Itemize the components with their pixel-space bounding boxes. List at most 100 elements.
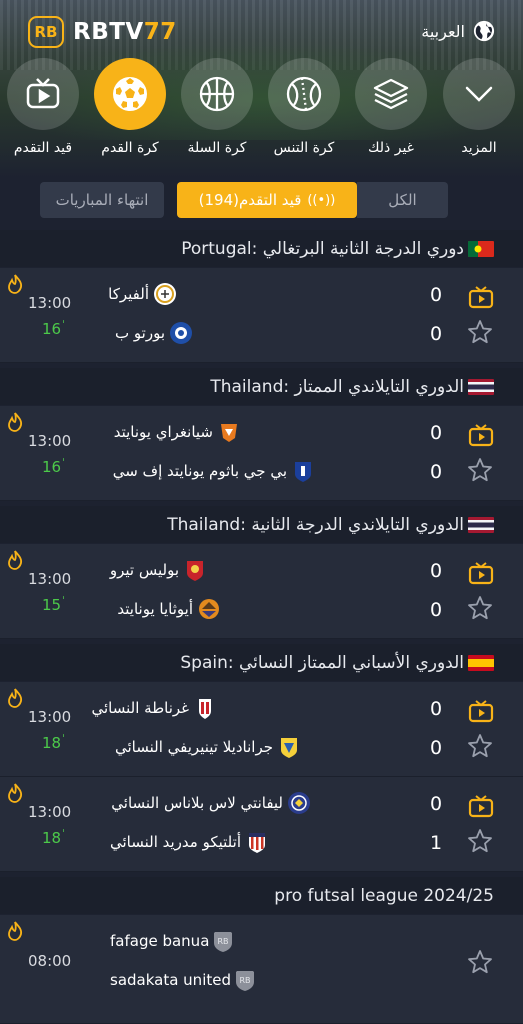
category-label: قيد التقدم (13, 140, 73, 156)
match-status-filters: انتهاء المباريات قيد التقدم(194) ((•)) ا… (0, 182, 523, 220)
home-team-name: fafage banua (110, 932, 210, 950)
away-team: بي جي باثوم يونايتد إف سي (113, 459, 315, 483)
match-row[interactable]: 13:00 16ˈ ألفيركا بورتو ب 0 0 (0, 268, 523, 363)
match-row[interactable]: 13:00 18ˈ غرناطة النسائي جراناديلا تينير… (0, 682, 523, 777)
thailand-flag-icon (468, 516, 494, 533)
live-stream-icon[interactable] (468, 561, 494, 585)
layers-icon (373, 78, 409, 110)
league-name: Thailand: الدوري التايلاندي الدرجة الثان… (167, 514, 464, 535)
rb-placeholder-crest-icon: RB (214, 932, 233, 952)
match-row[interactable]: 13:00 18ˈ ليفانتي لاس بلاناس النسائي أتل… (0, 777, 523, 872)
header-hero: RB RBTV77 العربية قيد التقدم كرة القدم ك… (0, 0, 523, 178)
language-switcher[interactable]: العربية (421, 20, 495, 42)
fire-icon (8, 412, 23, 432)
match-minute: 15ˈ (42, 594, 66, 614)
league-header[interactable]: Spain: الدوري الأسباني الممتاز النسائي (0, 644, 523, 681)
team-crest-icon (295, 462, 311, 482)
rb-placeholder-crest-icon: RB (236, 971, 254, 991)
away-team-name: بي جي باثوم يونايتد إف سي (112, 462, 287, 480)
match-minute: 18ˈ (42, 827, 66, 847)
category-soccer[interactable]: كرة القدم (87, 58, 173, 156)
home-team-name: ألفيركا (108, 285, 149, 303)
fire-icon (8, 783, 23, 803)
away-team-name: sadakata united (110, 971, 231, 989)
live-stream-icon[interactable] (468, 794, 494, 818)
match-minute: 16ˈ (42, 318, 66, 338)
tennis-ball-icon (286, 76, 322, 112)
favorite-star-icon[interactable] (466, 948, 494, 976)
league-name: pro futsal league 2024/25 (274, 885, 494, 906)
home-team-name: بوليس تيرو (109, 561, 179, 579)
match-minute: 16ˈ (42, 456, 66, 476)
tab-finished[interactable]: انتهاء المباريات (40, 182, 164, 218)
team-crest-icon (187, 561, 203, 581)
category-label: كرة السلة (187, 140, 247, 156)
away-team: بورتو ب (115, 321, 193, 345)
broadcast-icon: ((•)) (307, 192, 336, 208)
away-score: 0 (429, 599, 443, 621)
language-label: العربية (421, 21, 465, 41)
logo-text: RBTV77 (73, 19, 177, 45)
category-label: كرة القدم (101, 140, 159, 156)
team-crest-icon (221, 424, 237, 442)
category-live[interactable]: قيد التقدم (0, 58, 86, 156)
away-score: 0 (429, 323, 443, 345)
live-stream-icon[interactable] (468, 285, 494, 309)
fire-icon (8, 274, 23, 294)
globe-icon (473, 20, 495, 42)
tab-all[interactable]: الكل (357, 182, 448, 218)
tab-live[interactable]: قيد التقدم(194) ((•)) (177, 182, 357, 218)
chevron-down-icon (465, 86, 493, 102)
league-header[interactable]: Portugal: دوري الدرجة الثانية البرتغالي (0, 230, 523, 267)
spain-flag-icon (468, 654, 494, 671)
basketball-icon (199, 76, 235, 112)
away-score: 1 (429, 832, 443, 854)
away-team-name: جراناديلا تينيريفي النسائي (115, 738, 273, 756)
match-minute: 18ˈ (42, 732, 66, 752)
live-stream-icon[interactable] (468, 423, 494, 447)
home-team: غرناطة النسائي (91, 696, 217, 720)
app-logo[interactable]: RB RBTV77 (28, 16, 177, 48)
svg-text:RB: RB (218, 937, 229, 946)
team-crest-icon (154, 283, 176, 305)
favorite-star-icon[interactable] (466, 456, 494, 484)
favorite-star-icon[interactable] (466, 827, 494, 855)
soccer-ball-icon (113, 77, 147, 111)
away-team: أتلتيكو مدريد النسائي (110, 830, 269, 854)
thailand-flag-icon (468, 378, 494, 395)
match-time: 13:00 (28, 708, 72, 726)
league-header[interactable]: Thailand: الدوري التايلاندي الدرجة الثان… (0, 506, 523, 543)
home-team: ألفيركا (108, 282, 177, 306)
home-score: 0 (429, 284, 443, 306)
team-crest-icon (281, 738, 297, 758)
live-stream-icon[interactable] (468, 699, 494, 723)
league-header[interactable]: pro futsal league 2024/25 (0, 877, 523, 914)
category-label: غير ذلك (367, 140, 415, 156)
home-score: 0 (429, 560, 443, 582)
home-team-name: ليفانتي لاس بلاناس النسائي (111, 794, 283, 812)
favorite-star-icon[interactable] (466, 594, 494, 622)
category-basketball[interactable]: كرة السلة (174, 58, 260, 156)
match-time: 13:00 (28, 294, 72, 312)
home-team-name: شيانغراي يونايتد (113, 423, 213, 441)
sport-categories: قيد التقدم كرة القدم كرة السلة كرة التنس… (0, 58, 523, 168)
match-row[interactable]: 13:00 16ˈ شيانغراي يونايتد بي جي باثوم ي… (0, 406, 523, 501)
favorite-star-icon[interactable] (466, 732, 494, 760)
league-header[interactable]: Thailand: الدوري التايلاندي الممتاز (0, 368, 523, 405)
match-row[interactable]: 13:00 15ˈ بوليس تيرو أيوثايا يونايتد 0 0 (0, 544, 523, 639)
fire-icon (8, 550, 23, 570)
category-more[interactable]: المزيد (436, 58, 522, 156)
home-score: 0 (429, 793, 443, 815)
category-tennis[interactable]: كرة التنس (261, 58, 347, 156)
favorite-star-icon[interactable] (466, 318, 494, 346)
league-name: Portugal: دوري الدرجة الثانية البرتغالي (181, 238, 464, 259)
category-other[interactable]: غير ذلك (348, 58, 434, 156)
match-row[interactable]: 08:00 fafage banua RB sadakata united RB (0, 915, 523, 1024)
category-label: كرة التنس (273, 140, 335, 156)
match-time: 08:00 (28, 952, 72, 970)
away-team: sadakata united RB (110, 968, 257, 992)
tab-live-label: قيد التقدم(194) (198, 191, 302, 209)
category-label: المزيد (461, 140, 497, 156)
home-team: ليفانتي لاس بلاناس النسائي (111, 791, 311, 815)
team-crest-icon (199, 599, 219, 619)
